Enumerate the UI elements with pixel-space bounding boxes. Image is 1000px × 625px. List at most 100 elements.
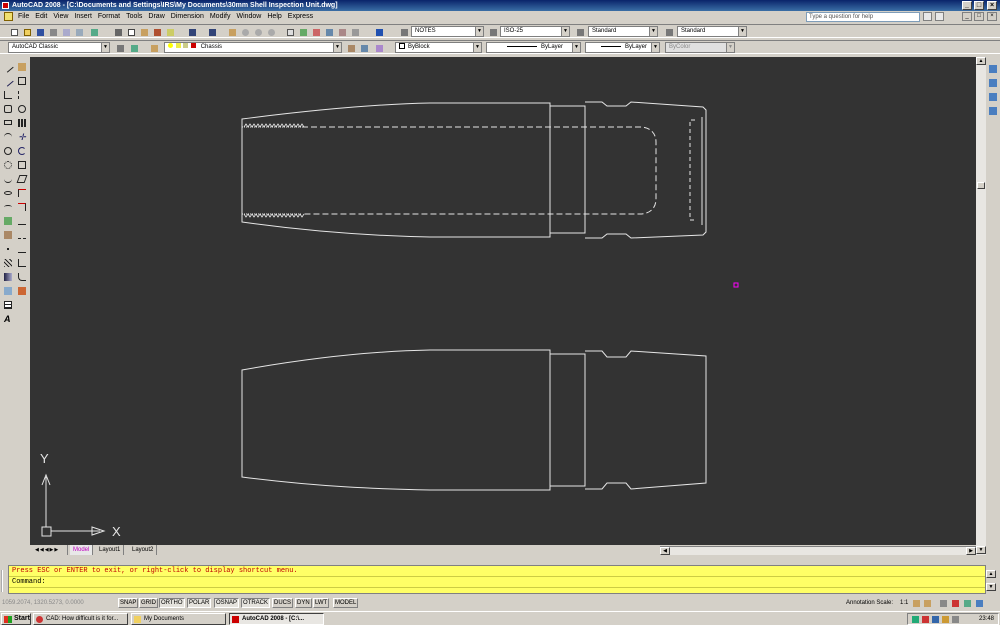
offset-icon[interactable] xyxy=(16,103,28,115)
layer-select[interactable]: Chassis ▼ xyxy=(164,42,342,53)
match-properties-icon[interactable] xyxy=(151,26,162,37)
pan-icon[interactable] xyxy=(226,26,237,37)
command-scroll-up[interactable]: ▲ xyxy=(986,570,996,578)
rotate-icon[interactable] xyxy=(16,145,28,157)
autocad-app-icon[interactable] xyxy=(2,2,9,9)
redo-icon[interactable] xyxy=(206,26,217,37)
horizontal-scrollbar[interactable]: ◀ ▶ xyxy=(660,546,976,555)
drawing-area[interactable]: Y X xyxy=(30,57,976,545)
tab-nav-arrows[interactable]: ◀◀◀▶▶ xyxy=(32,545,68,555)
layer-state-icon[interactable] xyxy=(373,42,384,53)
extend-icon[interactable] xyxy=(16,201,28,213)
menu-tools[interactable]: Tools xyxy=(123,11,145,22)
maximize-button[interactable]: □ xyxy=(974,1,984,10)
tab-layout2[interactable]: Layout2 xyxy=(129,545,158,555)
array-icon[interactable] xyxy=(16,117,28,129)
text-style-select[interactable]: NOTES ▼ xyxy=(411,26,484,37)
help-icon[interactable] xyxy=(373,26,384,37)
command-prompt[interactable]: Command: xyxy=(9,577,985,588)
lineweight-select[interactable]: ByLayer ▼ xyxy=(585,42,660,53)
plotstyle-select[interactable]: ByColor ▼ xyxy=(665,42,735,53)
table-style-select[interactable]: Standard ▼ xyxy=(588,26,658,37)
ortho-toggle[interactable]: ORTHO xyxy=(159,598,185,608)
sheet-manager-icon[interactable] xyxy=(987,91,999,103)
layer-properties-icon[interactable] xyxy=(148,42,159,53)
tool-palettes-icon[interactable] xyxy=(310,26,321,37)
doc-restore-button[interactable]: □ xyxy=(974,12,984,21)
hatch-icon[interactable] xyxy=(2,257,14,269)
menu-help[interactable]: Help xyxy=(264,11,284,22)
tray-app-icon[interactable] xyxy=(932,616,939,623)
otrack-toggle[interactable]: OTRACK xyxy=(241,598,271,608)
linetype-select[interactable]: ByLayer ▼ xyxy=(486,42,581,53)
zoom-previous-icon[interactable] xyxy=(265,26,276,37)
coordinate-readout[interactable]: 1059.2074, 1320.5273, 0.0000 xyxy=(2,599,114,608)
paste-icon[interactable] xyxy=(138,26,149,37)
workspace-select[interactable]: AutoCAD Classic ▼ xyxy=(8,42,110,53)
vertical-scrollbar[interactable]: ▲ ▼ xyxy=(976,57,986,555)
menu-view[interactable]: View xyxy=(50,11,71,22)
menu-window[interactable]: Window xyxy=(233,11,264,22)
annotation-visibility-icon[interactable] xyxy=(913,600,920,607)
task-my-documents[interactable]: My Documents xyxy=(131,613,226,625)
workspace-settings-icon[interactable] xyxy=(114,42,125,53)
osnap-toggle[interactable]: OSNAP xyxy=(214,598,240,608)
clock[interactable]: 23:48 xyxy=(979,616,994,622)
tray-network-icon[interactable] xyxy=(912,616,919,623)
dashboard-icon[interactable] xyxy=(987,63,999,75)
ducs-toggle[interactable]: DUCS xyxy=(272,598,294,608)
break-icon[interactable] xyxy=(16,229,28,241)
join-icon[interactable] xyxy=(16,243,28,255)
open-icon[interactable] xyxy=(21,26,32,37)
help-options-icon[interactable] xyxy=(935,12,944,21)
markup-icon[interactable] xyxy=(336,26,347,37)
menu-format[interactable]: Format xyxy=(95,11,123,22)
polygon-icon[interactable] xyxy=(2,103,14,115)
dim-style-select[interactable]: ISO-25 ▼ xyxy=(500,26,570,37)
revision-cloud-icon[interactable] xyxy=(2,159,14,171)
make-object-layer-current-icon[interactable] xyxy=(345,42,356,53)
zoom-realtime-icon[interactable] xyxy=(239,26,250,37)
tool-palette-icon[interactable] xyxy=(987,77,999,89)
scroll-up-button[interactable]: ▲ xyxy=(976,57,986,65)
command-grip[interactable] xyxy=(1,570,6,592)
cut-icon[interactable] xyxy=(112,26,123,37)
zoom-window-icon[interactable] xyxy=(252,26,263,37)
point-icon[interactable] xyxy=(2,243,14,255)
design-center-icon[interactable] xyxy=(297,26,308,37)
multileader-style-select[interactable]: Standard ▼ xyxy=(677,26,747,37)
arc-icon[interactable] xyxy=(2,131,14,143)
table-icon[interactable] xyxy=(2,299,14,311)
task-browser[interactable]: CAD: How difficult is it for... xyxy=(33,613,128,625)
tab-layout1[interactable]: Layout1 xyxy=(96,545,125,555)
dyn-toggle[interactable]: DYN xyxy=(295,598,312,608)
layer-panel-icon[interactable] xyxy=(987,105,999,117)
rectangle-icon[interactable] xyxy=(2,117,14,129)
scale-icon[interactable] xyxy=(16,159,28,171)
tab-model[interactable]: Model xyxy=(70,545,94,555)
tray-volume-icon[interactable] xyxy=(942,616,949,623)
snap-toggle[interactable]: SNAP xyxy=(118,598,139,608)
line-icon[interactable] xyxy=(2,61,14,73)
plot-preview-icon[interactable] xyxy=(60,26,71,37)
document-icon[interactable] xyxy=(4,12,13,21)
ellipse-icon[interactable] xyxy=(2,187,14,199)
publish-icon[interactable] xyxy=(73,26,84,37)
save-icon[interactable] xyxy=(34,26,45,37)
3d-dwf-icon[interactable] xyxy=(88,26,99,37)
scroll-down-button[interactable]: ▼ xyxy=(976,546,986,554)
drawing-svg[interactable]: Y X xyxy=(30,57,976,545)
vertical-scroll-thumb[interactable] xyxy=(977,182,985,189)
tray-display-icon[interactable] xyxy=(952,616,959,623)
block-editor-icon[interactable] xyxy=(164,26,175,37)
menu-insert[interactable]: Insert xyxy=(71,11,95,22)
explode-icon[interactable] xyxy=(16,285,28,297)
ellipse-arc-icon[interactable] xyxy=(2,201,14,213)
minimize-button[interactable]: _ xyxy=(962,1,972,10)
model-toggle[interactable]: MODEL xyxy=(333,598,359,608)
stretch-icon[interactable] xyxy=(16,173,28,185)
my-workspace-icon[interactable] xyxy=(128,42,139,53)
menu-dimension[interactable]: Dimension xyxy=(168,11,207,22)
make-block-icon[interactable] xyxy=(2,229,14,241)
shell-outline-view[interactable] xyxy=(241,349,707,491)
